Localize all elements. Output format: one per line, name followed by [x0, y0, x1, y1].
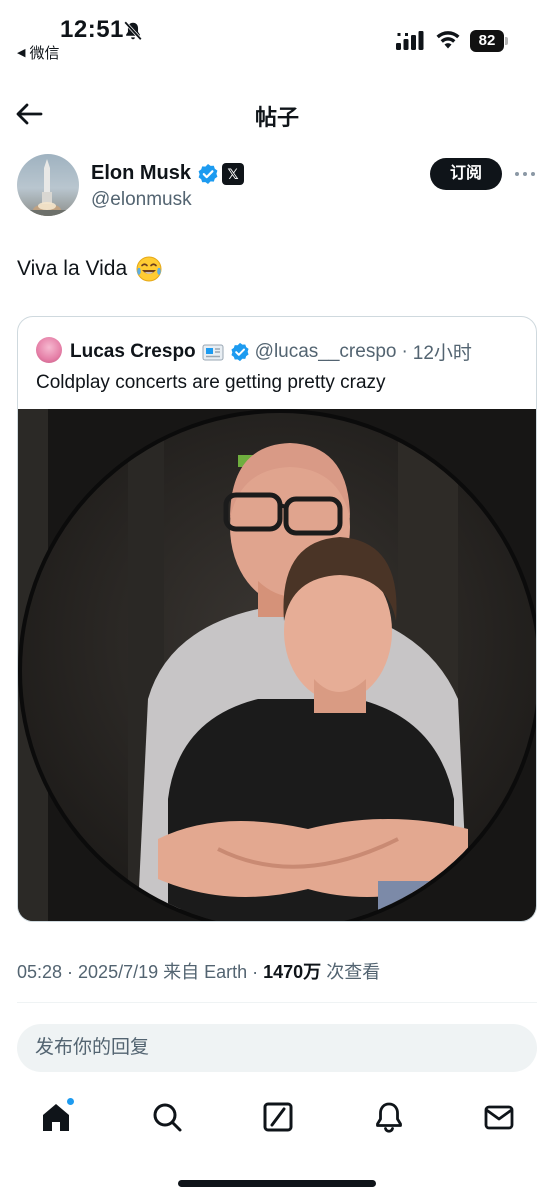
quoted-separator: ·: [401, 340, 408, 362]
battery-level: 82: [470, 30, 504, 52]
more-options-icon[interactable]: [513, 164, 537, 184]
back-triangle-icon: ◀: [17, 47, 26, 59]
x-affiliate-badge: 𝕏: [222, 163, 244, 185]
post-text: Viva la Vida: [17, 255, 163, 283]
navigation-bar: 帖子: [0, 90, 554, 138]
post-metadata: 05:28 · 2025/7/19 来自 Earth · 1470万 次查看: [17, 958, 380, 984]
author-name[interactable]: Elon Musk: [91, 162, 191, 185]
cellular-signal-icon: [396, 31, 424, 50]
status-bar: 12:51 ◀ 微信 82: [0, 0, 554, 70]
tab-messages[interactable]: [482, 1100, 516, 1134]
verified-badge-icon: [198, 164, 218, 184]
subscribe-button[interactable]: 订阅: [430, 158, 502, 190]
quoted-post-text: Coldplay concerts are getting pretty cra…: [36, 372, 386, 393]
quoted-author-name[interactable]: Lucas Crespo: [70, 341, 196, 363]
page-title: 帖子: [254, 105, 299, 130]
quoted-author-avatar[interactable]: [36, 337, 62, 363]
back-to-app-button[interactable]: ◀ 微信: [17, 42, 59, 63]
tab-home[interactable]: [39, 1097, 75, 1134]
status-time: 12:51: [60, 16, 124, 43]
home-notification-dot: [66, 1097, 75, 1106]
quoted-post-card[interactable]: Lucas Crespo @lucas__crespo · 12小时 Coldp…: [17, 316, 537, 922]
quoted-post-header: Lucas Crespo @lucas__crespo · 12小时: [70, 338, 472, 365]
battery-indicator: 82: [470, 30, 508, 52]
quoted-verified-badge-icon: [231, 342, 249, 361]
views-label: 次查看: [321, 962, 381, 982]
wifi-icon: [436, 31, 460, 49]
tab-search[interactable]: [150, 1100, 184, 1134]
notifications-icon: [376, 1102, 402, 1133]
author-avatar[interactable]: [17, 154, 79, 216]
bottom-tab-bar: [0, 1094, 554, 1144]
newspaper-emoji-icon: [202, 344, 224, 360]
messages-icon: [484, 1105, 514, 1130]
quoted-post-time: 12小时: [412, 343, 472, 364]
divider: [17, 1002, 537, 1003]
post-text-content: Viva la Vida: [17, 257, 128, 280]
quoted-author-handle[interactable]: @lucas__crespo: [255, 341, 397, 363]
post-timestamp: 05:28 · 2025/7/19 来自 Earth ·: [17, 962, 264, 982]
quoted-post-photo[interactable]: [18, 409, 537, 922]
author-handle[interactable]: @elonmusk: [91, 189, 192, 211]
bell-off-icon: [124, 21, 142, 41]
view-count[interactable]: 1470万: [263, 962, 321, 982]
home-indicator[interactable]: [178, 1180, 376, 1187]
tab-notifications[interactable]: [372, 1100, 406, 1134]
face-with-tears-of-joy-icon: [136, 256, 162, 282]
post-author: Elon Musk 𝕏 @elonmusk 订阅: [17, 154, 537, 218]
tab-grok[interactable]: [261, 1100, 295, 1134]
grok-icon: [263, 1102, 293, 1132]
back-app-label: 微信: [29, 45, 60, 62]
search-icon: [153, 1103, 182, 1132]
reply-input[interactable]: [17, 1024, 537, 1072]
